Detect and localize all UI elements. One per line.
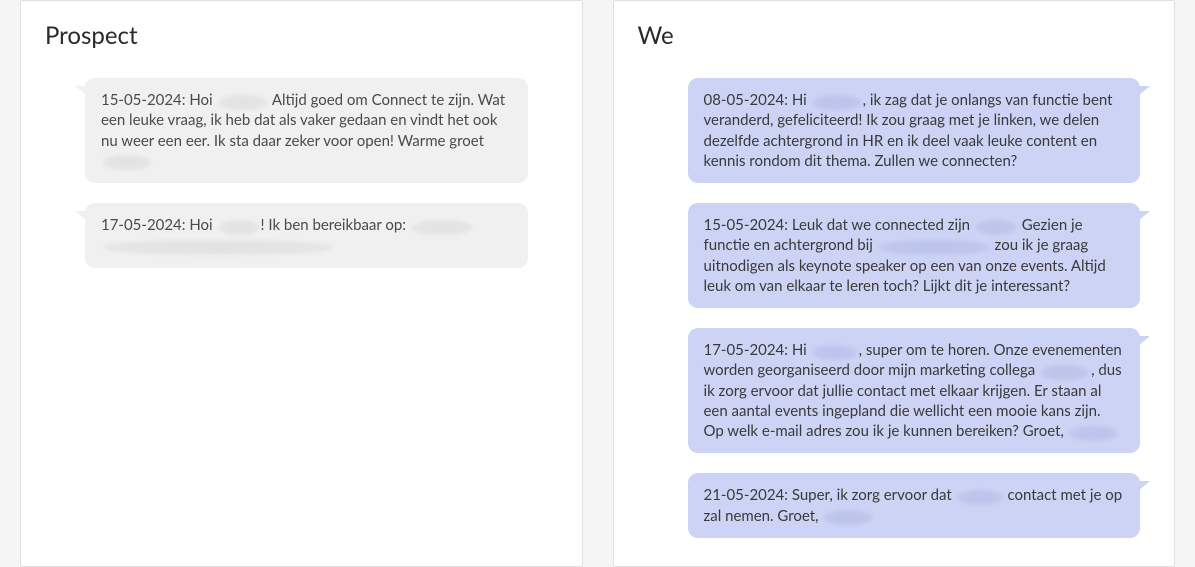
chat-message: 17-05-2024: Hoi ! Ik ben bereikbaar op:: [45, 203, 558, 268]
chat-message: 15-05-2024: Hoi Altijd goed om Connect t…: [45, 78, 558, 183]
prospect-panel: Prospect 15-05-2024: Hoi Altijd goed om …: [20, 0, 583, 567]
redacted-segment: [1041, 365, 1089, 380]
we-title: We: [638, 21, 1151, 50]
redacted-segment: [103, 155, 151, 170]
we-panel: We 08-05-2024: Hi , ik zag dat je onlang…: [613, 0, 1176, 567]
prospect-message-list: 15-05-2024: Hoi Altijd goed om Connect t…: [45, 78, 558, 268]
redacted-segment: [813, 345, 857, 360]
message-text: 15-05-2024: Leuk dat we connected zijn: [704, 216, 974, 234]
chat-message: 08-05-2024: Hi , ik zag dat je onlangs v…: [638, 78, 1151, 183]
message-text: 15-05-2024: Hoi: [101, 91, 217, 109]
chat-bubble: 17-05-2024: Hoi ! Ik ben bereikbaar op:: [85, 203, 528, 268]
redacted-segment: [958, 490, 1002, 505]
message-text: 21-05-2024: Super, ik zorg ervoor dat: [704, 486, 956, 504]
redacted-segment: [412, 220, 472, 235]
redacted-segment: [1070, 426, 1118, 441]
chat-bubble: 15-05-2024: Leuk dat we connected zijn G…: [688, 203, 1141, 308]
message-text: 17-05-2024: Hoi: [101, 216, 217, 234]
chat-bubble: 21-05-2024: Super, ik zorg ervoor dat co…: [688, 473, 1141, 538]
we-message-list: 08-05-2024: Hi , ik zag dat je onlangs v…: [638, 78, 1151, 538]
redacted-segment: [976, 220, 1016, 235]
chat-message: 17-05-2024: Hi , super om te horen. Onze…: [638, 328, 1151, 453]
chat-message: 21-05-2024: Super, ik zorg ervoor dat co…: [638, 473, 1151, 538]
chat-bubble: 17-05-2024: Hi , super om te horen. Onze…: [688, 328, 1141, 453]
redacted-segment: [219, 95, 267, 110]
chat-bubble: 08-05-2024: Hi , ik zag dat je onlangs v…: [688, 78, 1141, 183]
redacted-segment: [103, 240, 333, 255]
redacted-segment: [824, 510, 872, 525]
message-text: 17-05-2024: Hi: [704, 341, 811, 359]
redacted-segment: [813, 95, 861, 110]
message-text: ! Ik ben bereikbaar op:: [261, 216, 410, 234]
chat-message: 15-05-2024: Leuk dat we connected zijn G…: [638, 203, 1151, 308]
chat-bubble: 15-05-2024: Hoi Altijd goed om Connect t…: [85, 78, 528, 183]
redacted-segment: [879, 240, 989, 255]
redacted-segment: [219, 220, 259, 235]
prospect-title: Prospect: [45, 21, 558, 50]
message-text: 08-05-2024: Hi: [704, 91, 811, 109]
